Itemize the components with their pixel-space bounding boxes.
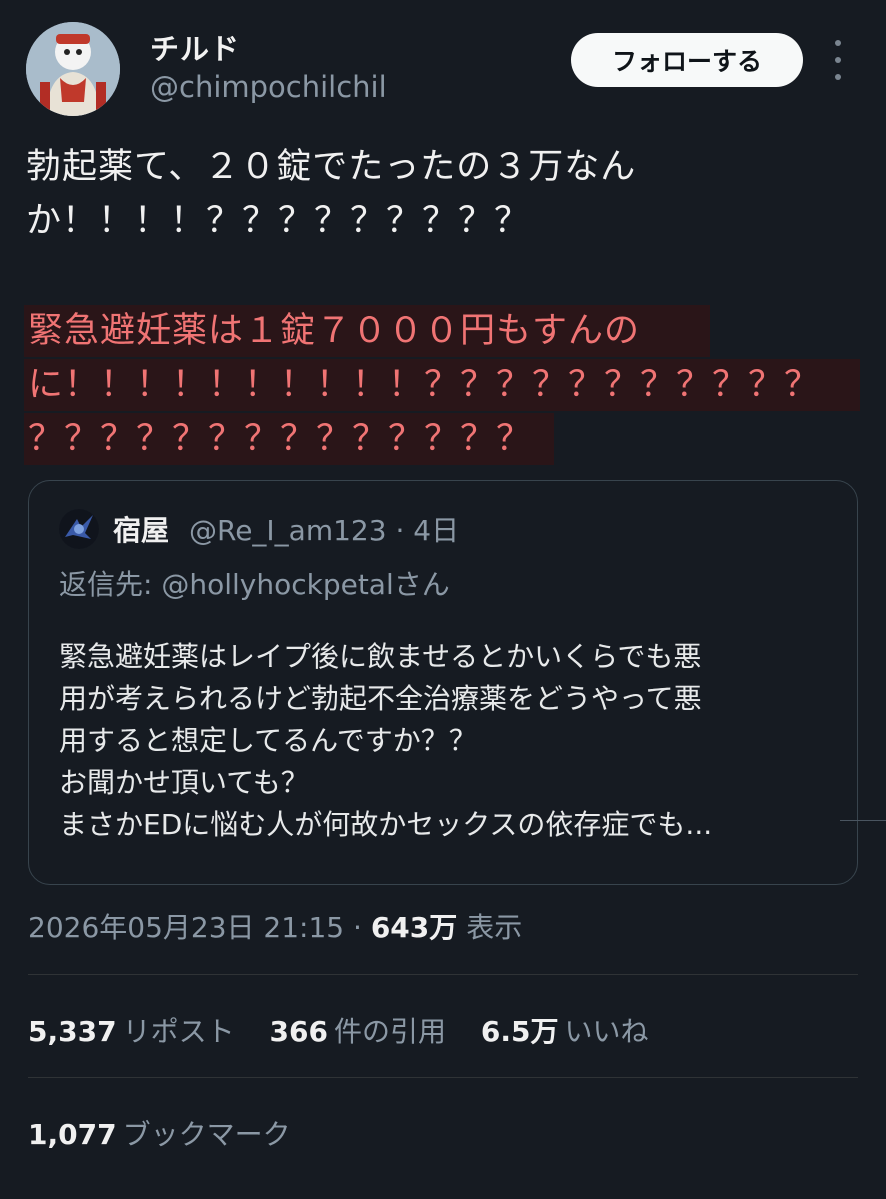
- views-count: 643万: [370, 911, 458, 944]
- bookmarks-stat[interactable]: 1,077 ブックマーク: [28, 1113, 317, 1153]
- quote-body-line: まさかEDに悩む人が何故かセックスの依存症でも...: [59, 808, 713, 841]
- likes-label: いいね: [564, 1015, 649, 1048]
- reposts-stat[interactable]: 5,337 リポスト: [28, 1010, 235, 1050]
- divider: [840, 820, 886, 821]
- quotes-stat[interactable]: 366 件の引用: [270, 1010, 446, 1050]
- likes-count: 6.5万: [480, 1015, 559, 1048]
- timestamp[interactable]: 2026年05月23日 21:15 ·: [28, 911, 362, 944]
- quote-body-line: 緊急避妊薬はレイプ後に飲ませるとかいくらでも悪: [59, 640, 702, 673]
- divider: [28, 974, 858, 975]
- likes-stat[interactable]: 6.5万 いいね: [481, 1010, 649, 1050]
- divider: [28, 1077, 858, 1078]
- highlighted-text-line: に！！！！！！！！！！？？？？？？？？？？？: [24, 359, 860, 411]
- avatar[interactable]: [26, 22, 120, 116]
- tweet-line: 勃起薬て、２０錠でたったの３万なん: [26, 147, 637, 187]
- quote-body: 緊急避妊薬はレイプ後に飲ませるとかいくらでも悪 用が考えられるけど勃起不全治療薬…: [59, 636, 849, 846]
- engagement-stats: 5,337 リポスト 366 件の引用 6.5万 いいね: [28, 1010, 675, 1050]
- quote-avatar-icon: [59, 509, 99, 549]
- quote-avatar[interactable]: [59, 509, 99, 549]
- quote-author-meta: @Re_I_am123 · 4日: [189, 514, 460, 547]
- reposts-label: リポスト: [122, 1015, 235, 1048]
- bookmarks-label: ブックマーク: [122, 1118, 291, 1151]
- quote-body-line: 用が考えられるけど勃起不全治療薬をどうやって悪: [59, 682, 702, 715]
- quotes-label: 件の引用: [333, 1015, 446, 1048]
- avatar-icon: [26, 22, 120, 116]
- tweet-line: か！！！！？？？？？？？？？: [26, 201, 531, 241]
- views-label: 表示: [466, 911, 523, 944]
- display-name[interactable]: チルド: [150, 26, 240, 68]
- quote-body-line: お聞かせ頂いても？: [59, 766, 309, 799]
- quote-body-line: 用すると想定してるんですか？？: [59, 724, 477, 757]
- more-options-icon[interactable]: [826, 40, 850, 80]
- follow-button[interactable]: フォローする: [571, 33, 803, 87]
- quotes-count: 366: [269, 1015, 328, 1048]
- quote-author-name[interactable]: 宿屋: [113, 509, 169, 549]
- timestamp-line: 2026年05月23日 21:15 · 643万 表示: [28, 906, 522, 946]
- highlighted-text-line: ？？？？？？？？？？？？？？: [24, 413, 554, 465]
- quoted-tweet[interactable]: 宿屋 @Re_I_am123 · 4日 返信先: @hollyhockpetal…: [28, 480, 858, 885]
- user-handle[interactable]: @chimpochilchil: [150, 70, 387, 104]
- highlighted-text-line: 緊急避妊薬は１錠７０００円もすんの: [24, 305, 710, 357]
- reposts-count: 5,337: [28, 1015, 117, 1048]
- bookmarks-count: 1,077: [28, 1118, 117, 1151]
- quote-reply-to: 返信先: @hollyhockpetalさん: [59, 568, 450, 601]
- tweet-text: 勃起薬て、２０錠でたったの３万なん か！！！！？？？？？？？？？: [26, 140, 866, 248]
